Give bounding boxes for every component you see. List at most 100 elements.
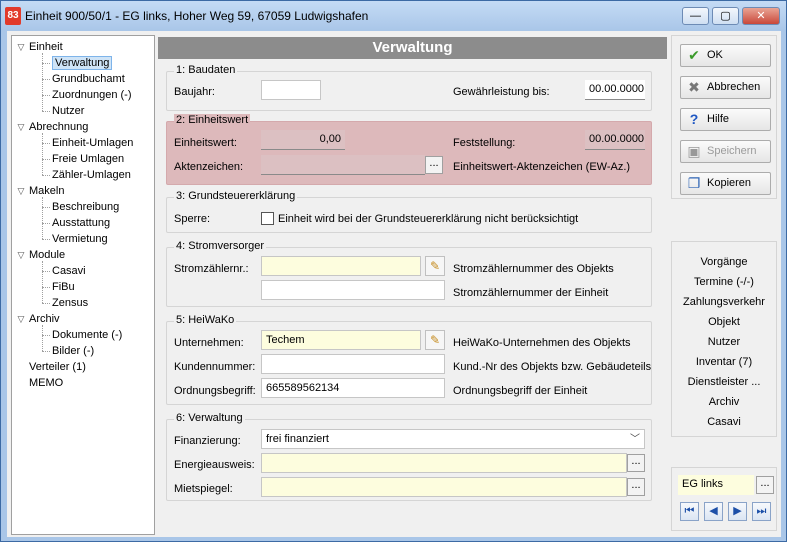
link-zahlungsverkehr[interactable]: Zahlungsverkehr xyxy=(672,292,776,312)
unternehmen-label: Unternehmen: xyxy=(174,337,244,349)
hilfe-button[interactable]: ? Hilfe xyxy=(680,108,771,131)
tree-item-ausstattung[interactable]: Ausstattung xyxy=(52,215,110,231)
tree-connector xyxy=(42,159,50,160)
tree-item-zähler-umlagen[interactable]: Zähler-Umlagen xyxy=(52,167,131,183)
tree-item-module[interactable]: ▽ Module xyxy=(16,247,66,263)
feststellung-input[interactable]: 00.00.0000 xyxy=(585,130,645,150)
tree-item-verteiler-1[interactable]: Verteiler (1) xyxy=(16,359,86,375)
tree-item-freie-umlagen[interactable]: Freie Umlagen xyxy=(52,151,124,167)
kopieren-button[interactable]: ❐ Kopieren xyxy=(680,172,771,195)
link-archiv[interactable]: Archiv xyxy=(672,392,776,412)
ok-button[interactable]: ✔ OK xyxy=(680,44,771,67)
aktenzeichen-browse-button[interactable]: ... xyxy=(425,156,443,174)
tree-connector xyxy=(42,271,50,272)
baujahr-label: Baujahr: xyxy=(174,86,215,98)
tree-item-zensus[interactable]: Zensus xyxy=(52,295,88,311)
abbrechen-button[interactable]: ✖ Abbrechen xyxy=(680,76,771,99)
gewaehrleistung-input[interactable]: 00.00.0000 xyxy=(585,80,645,100)
einheitswert-label: Einheitswert: xyxy=(174,137,237,149)
close-button[interactable]: ✕ xyxy=(742,7,780,25)
maximize-button[interactable]: ▢ xyxy=(712,7,739,25)
tree-item-nutzer[interactable]: Nutzer xyxy=(52,103,84,119)
tree-expander-icon[interactable]: ▽ xyxy=(16,247,26,263)
tree-item-label: Verteiler (1) xyxy=(29,361,86,373)
tree-item-label: FiBu xyxy=(52,281,75,293)
energieausweis-input[interactable] xyxy=(261,453,627,473)
aktenzeichen-description: Einheitswert-Aktenzeichen (EW-Az.) xyxy=(453,161,631,173)
previous-record-icon[interactable]: ◀ xyxy=(704,502,723,521)
navigator-value[interactable]: EG links xyxy=(678,475,754,495)
tree-connector xyxy=(42,239,50,240)
aktenzeichen-input[interactable] xyxy=(261,155,425,175)
link-nutzer[interactable]: Nutzer xyxy=(672,332,776,352)
tree-item-grundbuchamt[interactable]: Grundbuchamt xyxy=(52,71,125,87)
tree-connector xyxy=(42,207,50,208)
tree-expander-icon[interactable]: ▽ xyxy=(16,119,26,135)
tree-item-label: Archiv xyxy=(29,313,60,325)
tree-item-vermietung[interactable]: Vermietung xyxy=(52,231,108,247)
related-links-box: Vorgänge Termine (-/-) Zahlungsverkehr Obje… xyxy=(671,241,777,437)
ok-label: OK xyxy=(707,49,723,61)
link-casavi[interactable]: Casavi xyxy=(672,412,776,432)
mietspiegel-browse-button[interactable]: ... xyxy=(627,478,645,496)
navigator-browse-button[interactable]: ... xyxy=(756,476,774,494)
link-vorgänge[interactable]: Vorgänge xyxy=(672,252,776,272)
record-navigator: EG links ... ⏮ ◀ ▶ ⏭ xyxy=(671,467,777,531)
tree-item-archiv[interactable]: ▽ Archiv xyxy=(16,311,60,327)
tree-item-label: Vermietung xyxy=(52,233,108,245)
group-title-stromversorger: 4: Stromversorger xyxy=(174,240,267,252)
stromzaehler-objekt-input[interactable] xyxy=(261,256,421,276)
tree-item-beschreibung[interactable]: Beschreibung xyxy=(52,199,119,215)
tree-expander-icon[interactable]: ▽ xyxy=(16,311,26,327)
mietspiegel-label: Mietspiegel: xyxy=(174,483,233,495)
tree-item-verwaltung[interactable]: Verwaltung xyxy=(52,55,113,71)
tree-item-dokumente[interactable]: Dokumente (-) xyxy=(52,327,122,343)
unternehmen-input[interactable]: Techem xyxy=(261,330,421,350)
navigation-tree[interactable]: ▽ Einheit Verwaltung Grundbuchamt Zuordnunge… xyxy=(11,35,155,535)
sperre-checkbox[interactable] xyxy=(261,212,274,225)
link-dienstleister[interactable]: Dienstleister ... xyxy=(672,372,776,392)
einheitswert-input[interactable]: 0,00 xyxy=(261,130,345,150)
minimize-button[interactable]: — xyxy=(682,7,709,25)
tree-item-abrechnung[interactable]: ▽ Abrechnung xyxy=(16,119,89,135)
group-grundsteuer: 3: Grundsteuererklärung Sperre: Einheit … xyxy=(166,190,652,233)
tree-item-fibu[interactable]: FiBu xyxy=(52,279,75,295)
link-objekt[interactable]: Objekt xyxy=(672,312,776,332)
tree-item-label: Abrechnung xyxy=(29,121,89,133)
tree-expander-icon[interactable]: ▽ xyxy=(16,183,26,199)
link-termine[interactable]: Termine (-/-) xyxy=(672,272,776,292)
tree-item-label: Zuordnungen (-) xyxy=(52,89,132,101)
tree-item-einheit-umlagen[interactable]: Einheit-Umlagen xyxy=(52,135,133,151)
tree-item-label: Module xyxy=(29,249,66,261)
tree-item-bilder[interactable]: Bilder (-) xyxy=(52,343,94,359)
speichern-button[interactable]: ▣ Speichern xyxy=(680,140,771,163)
kundennummer-input[interactable] xyxy=(261,354,445,374)
tree-item-makeln[interactable]: ▽ Makeln xyxy=(16,183,65,199)
group-verwaltung: 6: Verwaltung Finanzierung: frei finanzi… xyxy=(166,412,652,501)
pencil-icon[interactable]: ✎ xyxy=(425,330,445,350)
tree-item-memo[interactable]: MEMO xyxy=(16,375,63,391)
title-bar[interactable]: 83 Einheit 900/50/1 - EG links, Hoher We… xyxy=(1,1,786,31)
tree-item-casavi[interactable]: Casavi xyxy=(52,263,86,279)
stromzaehler-einheit-description: Stromzählernummer der Einheit xyxy=(453,287,609,299)
ordnungsbegriff-input[interactable]: 665589562134 xyxy=(261,378,445,398)
link-inventar-7[interactable]: Inventar (7) xyxy=(672,352,776,372)
next-record-icon[interactable]: ▶ xyxy=(728,502,747,521)
energieausweis-browse-button[interactable]: ... xyxy=(627,454,645,472)
hilfe-label: Hilfe xyxy=(707,113,730,125)
sperre-checkbox-label[interactable]: Einheit wird bei der Grundsteuererklärun… xyxy=(278,213,578,225)
tree-connector xyxy=(42,133,43,175)
mietspiegel-input[interactable] xyxy=(261,477,627,497)
help-icon: ? xyxy=(689,111,699,127)
first-record-icon[interactable]: ⏮ xyxy=(680,502,699,521)
last-record-icon[interactable]: ⏭ xyxy=(752,502,771,521)
tree-item-zuordnungen[interactable]: Zuordnungen (-) xyxy=(52,87,132,103)
tree-item-einheit[interactable]: ▽ Einheit xyxy=(16,39,63,55)
finanzierung-select[interactable]: frei finanziert ﹀ xyxy=(261,429,645,449)
tree-item-label: Nutzer xyxy=(52,105,85,117)
chevron-down-icon[interactable]: ﹀ xyxy=(630,431,640,448)
pencil-icon[interactable]: ✎ xyxy=(425,256,445,276)
baujahr-input[interactable] xyxy=(261,80,321,100)
tree-expander-icon[interactable]: ▽ xyxy=(16,39,26,55)
stromzaehler-einheit-input[interactable] xyxy=(261,280,445,300)
